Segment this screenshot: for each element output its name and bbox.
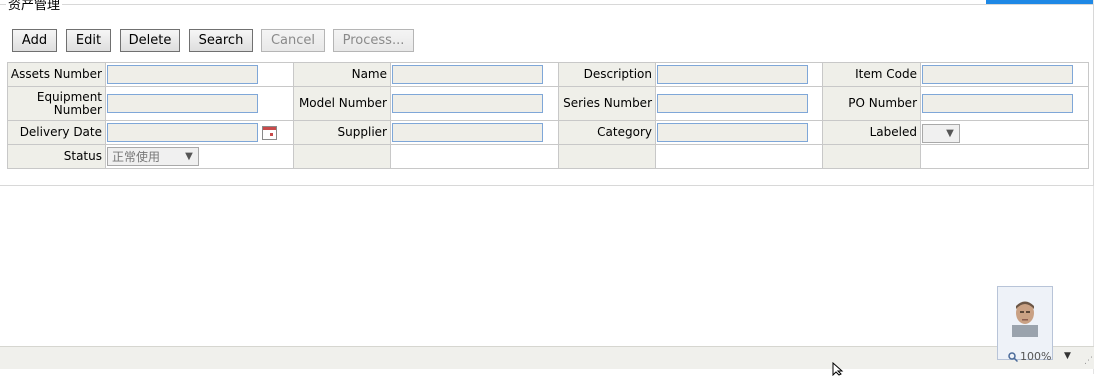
zoom-dropdown-arrow-icon[interactable]: ▼ — [1064, 351, 1071, 361]
series-number-label: Series Number — [558, 86, 656, 121]
item-code-label: Item Code — [822, 62, 921, 87]
po-number-label: PO Number — [822, 86, 921, 121]
description-input[interactable] — [657, 65, 808, 84]
supplier-input[interactable] — [392, 123, 543, 142]
asset-form-table: Assets Number Name Description Item Code… — [7, 62, 1089, 169]
vertical-scrollbar[interactable] — [1093, 0, 1105, 374]
status-label: Status — [7, 144, 106, 169]
status-value: 正常使用 — [112, 150, 161, 164]
name-label: Name — [293, 62, 391, 87]
status-select[interactable]: 正常使用 ▼ — [107, 147, 199, 166]
resize-grip-icon[interactable]: ⋰ — [1084, 356, 1093, 366]
process-button[interactable]: Process... — [333, 29, 414, 52]
equipment-number-input[interactable] — [107, 94, 258, 113]
assets-number-input[interactable] — [107, 65, 258, 84]
zoom-indicator[interactable]: 100% — [1008, 350, 1051, 363]
supplier-label: Supplier — [293, 120, 391, 145]
empty-label-cell — [822, 144, 921, 169]
series-number-input[interactable] — [657, 94, 808, 113]
photo-thumbnail[interactable] — [997, 286, 1053, 360]
po-number-input[interactable] — [922, 94, 1073, 113]
chevron-down-icon: ▼ — [946, 127, 954, 139]
equipment-number-label: Equipment Number — [7, 86, 106, 121]
panel-title: 资产管理 — [6, 0, 63, 13]
zoom-level: 100% — [1020, 350, 1052, 363]
add-button[interactable]: Add — [12, 29, 57, 52]
search-button[interactable]: Search — [189, 29, 253, 52]
magnifier-icon — [1008, 351, 1018, 362]
assets-number-label: Assets Number — [7, 62, 106, 87]
empty-value-cell — [920, 144, 1089, 169]
labeled-label: Labeled — [822, 120, 921, 145]
empty-value-cell — [390, 144, 559, 169]
name-input[interactable] — [392, 65, 543, 84]
model-number-label: Model Number — [293, 86, 391, 121]
status-bar — [0, 346, 1094, 369]
cancel-button[interactable]: Cancel — [261, 29, 325, 52]
category-label: Category — [558, 120, 656, 145]
model-number-input[interactable] — [392, 94, 543, 113]
empty-value-cell — [655, 144, 823, 169]
calendar-icon[interactable] — [262, 125, 277, 140]
delete-button[interactable]: Delete — [120, 29, 180, 52]
chevron-down-icon: ▼ — [185, 151, 193, 162]
labeled-select[interactable]: ▼ — [922, 123, 960, 143]
person-photo — [1012, 301, 1038, 337]
item-code-input[interactable] — [922, 65, 1073, 84]
edit-button[interactable]: Edit — [66, 29, 111, 52]
delivery-date-input[interactable] — [107, 123, 258, 142]
empty-label-cell — [293, 144, 391, 169]
description-label: Description — [558, 62, 656, 87]
category-input[interactable] — [657, 123, 808, 142]
delivery-date-label: Delivery Date — [7, 120, 106, 145]
empty-label-cell — [558, 144, 656, 169]
